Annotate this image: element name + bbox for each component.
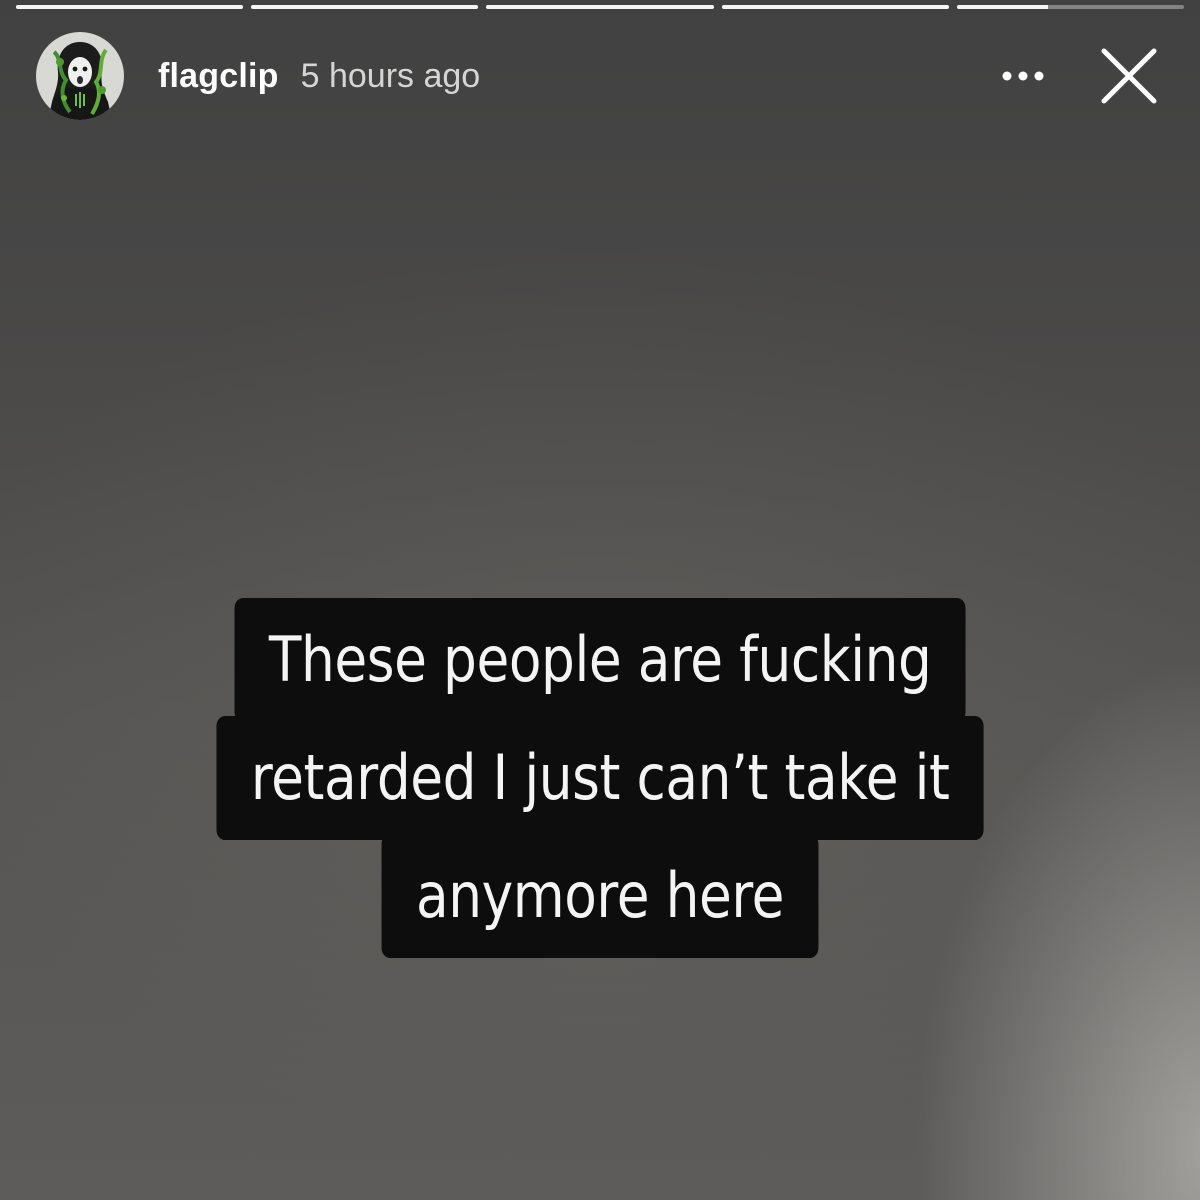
story-caption: These people are fucking retarded I just… — [0, 598, 1200, 958]
caption-line: These people are fucking — [234, 598, 966, 722]
close-icon — [1101, 48, 1157, 104]
progress-segment — [16, 5, 244, 9]
more-options-button[interactable] — [988, 46, 1058, 106]
avatar-image — [36, 32, 124, 120]
more-dots-icon — [1002, 71, 1044, 81]
progress-segment-current — [956, 5, 1185, 9]
story-timestamp: 5 hours ago — [300, 56, 481, 95]
caption-line: retarded I just can’t take it — [216, 716, 984, 840]
story-progress-bar — [16, 5, 1185, 9]
profile-avatar[interactable] — [36, 32, 124, 120]
close-button[interactable] — [1094, 41, 1164, 111]
story-viewer: flagclip 5 hours ago These people are fu… — [0, 0, 1200, 1200]
caption-line: anymore here — [381, 834, 819, 958]
username[interactable]: flagclip — [158, 57, 279, 96]
progress-segment — [251, 5, 479, 9]
story-header: flagclip 5 hours ago — [36, 30, 1164, 122]
progress-segment — [721, 5, 949, 9]
progress-segment — [486, 5, 714, 9]
